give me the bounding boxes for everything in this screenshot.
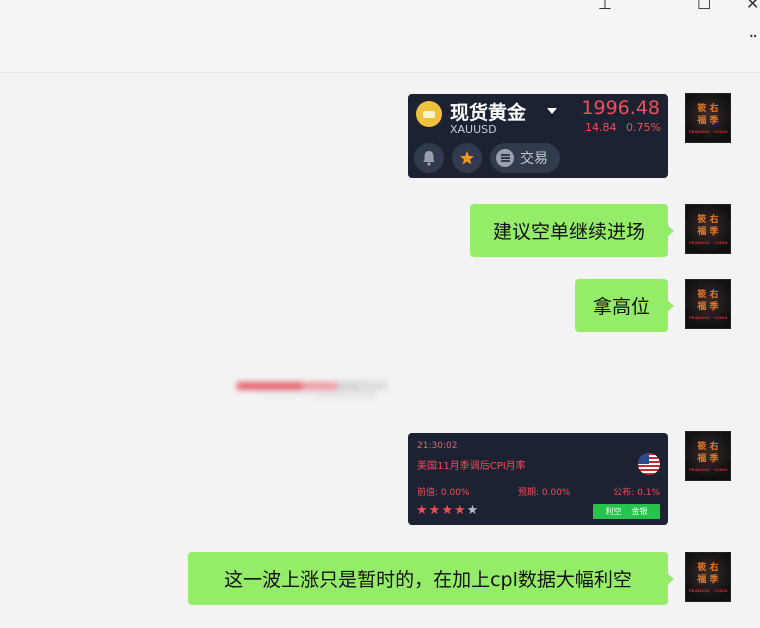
star-icon <box>460 151 474 165</box>
quote-name: 现货黄金 <box>450 102 527 124</box>
message-text: 建议空单继续进场 <box>492 221 645 243</box>
star-filled-icon: ★ <box>416 503 429 518</box>
impact-badge: 利空 金银 <box>593 504 660 519</box>
message-bubble[interactable]: 拿高位 <box>575 279 674 332</box>
message-bubble[interactable]: 建议空单继续进场 <box>470 204 674 257</box>
avatar-text: 福 季 <box>697 115 719 126</box>
message-bubble[interactable]: 这一波上涨只是暂时的，在加上cpl数据大幅利空 <box>188 552 674 605</box>
trade-button[interactable]: 交易 <box>490 143 560 173</box>
title-bar: ⊥ ☐ ✕ ·· <box>0 0 760 73</box>
avatar-text: 福 季 <box>697 301 719 312</box>
alert-button[interactable] <box>414 143 444 173</box>
message-text: 拿高位 <box>592 296 650 318</box>
avatar-text: 筱 右 <box>697 441 719 452</box>
quote-change: 14.84 <box>585 121 617 134</box>
importance-rating: ★★★★★ <box>416 503 479 518</box>
close-icon[interactable]: ✕ <box>746 0 759 13</box>
avatar[interactable]: 筱 右 福 季 TRADING · GOLD <box>685 431 731 481</box>
quote-symbol: XAUUSD <box>450 123 497 136</box>
avatar-text: 筱 右 <box>697 214 719 225</box>
gold-quote-card[interactable]: 现货黄金 XAUUSD 1996.48 14.84 0.75% 交易 <box>408 94 668 178</box>
avatar-seal: TRADING · GOLD <box>688 466 728 472</box>
star-empty-icon: ★ <box>466 503 480 518</box>
bell-icon <box>423 151 435 166</box>
avatar-text: 福 季 <box>697 226 719 237</box>
avatar-text: 福 季 <box>697 453 719 464</box>
avatar-text: 筱 右 <box>697 562 719 573</box>
avatar-text: 筱 右 <box>697 103 719 114</box>
avatar-text: 筱 右 <box>697 289 719 300</box>
economic-data-card[interactable]: 21:30:02 美国11月季调后CPI月率 前值: 0.00% 预期: 0.0… <box>408 433 668 525</box>
star-filled-icon: ★ <box>453 503 467 518</box>
quote-change-row: 14.84 0.75% <box>585 121 661 134</box>
gold-bar-icon <box>416 101 442 127</box>
avatar-text: 福 季 <box>697 574 719 585</box>
quote-actions: 交易 <box>414 143 560 173</box>
menu-icon <box>496 149 514 167</box>
quote-price: 1996.48 <box>581 97 660 119</box>
us-flag-icon <box>638 453 660 475</box>
avatar-seal: TRADING · GOLD <box>688 128 728 134</box>
previous-value: 前值: 0.00% <box>417 488 470 498</box>
release-time: 21:30:02 <box>417 441 458 451</box>
indicator-title: 美国11月季调后CPI月率 <box>417 461 526 472</box>
avatar-seal: TRADING · GOLD <box>688 587 728 593</box>
avatar-seal: TRADING · GOLD <box>688 314 728 320</box>
avatar[interactable]: 筱 右 福 季 TRADING · GOLD <box>685 279 731 329</box>
favorite-button[interactable] <box>452 143 482 173</box>
avatar[interactable]: 筱 右 福 季 TRADING · GOLD <box>685 552 731 602</box>
star-filled-icon: ★ <box>428 503 442 518</box>
impact-right: 金银 <box>631 507 648 516</box>
redacted-notice <box>237 381 387 398</box>
forecast-value: 预期: 0.00% <box>518 488 571 498</box>
avatar[interactable]: 筱 右 福 季 TRADING · GOLD <box>685 204 731 254</box>
star-filled-icon: ★ <box>441 503 454 518</box>
avatar[interactable]: 筱 右 福 季 TRADING · GOLD <box>685 93 731 143</box>
trade-label: 交易 <box>520 151 548 167</box>
avatar-seal: TRADING · GOLD <box>688 239 728 245</box>
actual-value: 公布: 0.1% <box>613 488 660 498</box>
more-options-icon[interactable]: ·· <box>749 26 759 47</box>
quote-change-percent: 0.75% <box>626 121 661 134</box>
impact-left: 利空 <box>605 507 622 516</box>
message-text: 这一波上涨只是暂时的，在加上cpl数据大幅利空 <box>224 569 632 591</box>
chevron-down-icon[interactable] <box>547 108 557 114</box>
pin-icon[interactable]: ⊥ <box>598 0 612 13</box>
maximize-icon[interactable]: ☐ <box>697 0 711 13</box>
